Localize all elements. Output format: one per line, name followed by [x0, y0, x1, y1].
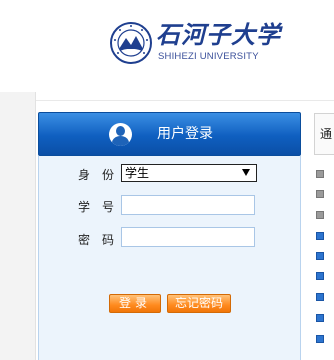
document-icon	[316, 190, 324, 198]
university-name-cn: 石河子大学	[156, 20, 281, 49]
password-input[interactable]	[121, 227, 255, 247]
site-header: 石河子大学 SHIHEZI UNIVERSITY	[0, 0, 334, 92]
forgot-password-button[interactable]: 忘记密码	[167, 294, 231, 313]
document-icon	[316, 232, 324, 240]
login-panel-header: 用户登录	[38, 112, 301, 156]
login-panel-body	[38, 156, 301, 360]
document-icon	[316, 211, 324, 219]
dropdown-arrow-icon	[242, 169, 250, 176]
document-icon	[316, 293, 324, 301]
document-icon	[316, 252, 324, 260]
login-panel-title: 用户登录	[157, 126, 213, 142]
identity-select[interactable]: 学生	[121, 164, 257, 182]
student-id-input[interactable]	[121, 195, 255, 215]
login-button[interactable]: 登录	[109, 294, 161, 313]
identity-selected-value: 学生	[125, 166, 150, 180]
document-icon	[316, 170, 324, 178]
document-icon	[316, 335, 324, 343]
university-name-en: SHIHEZI UNIVERSITY	[158, 51, 259, 62]
university-seal-icon	[110, 22, 152, 64]
identity-label: 身份	[78, 168, 127, 182]
document-icon	[316, 314, 324, 322]
student-id-label: 学号	[78, 200, 127, 214]
user-icon	[109, 123, 132, 146]
document-icon	[316, 272, 324, 280]
password-label: 密码	[78, 233, 127, 247]
notice-tab[interactable]: 通	[314, 113, 334, 155]
header-divider	[36, 100, 334, 101]
